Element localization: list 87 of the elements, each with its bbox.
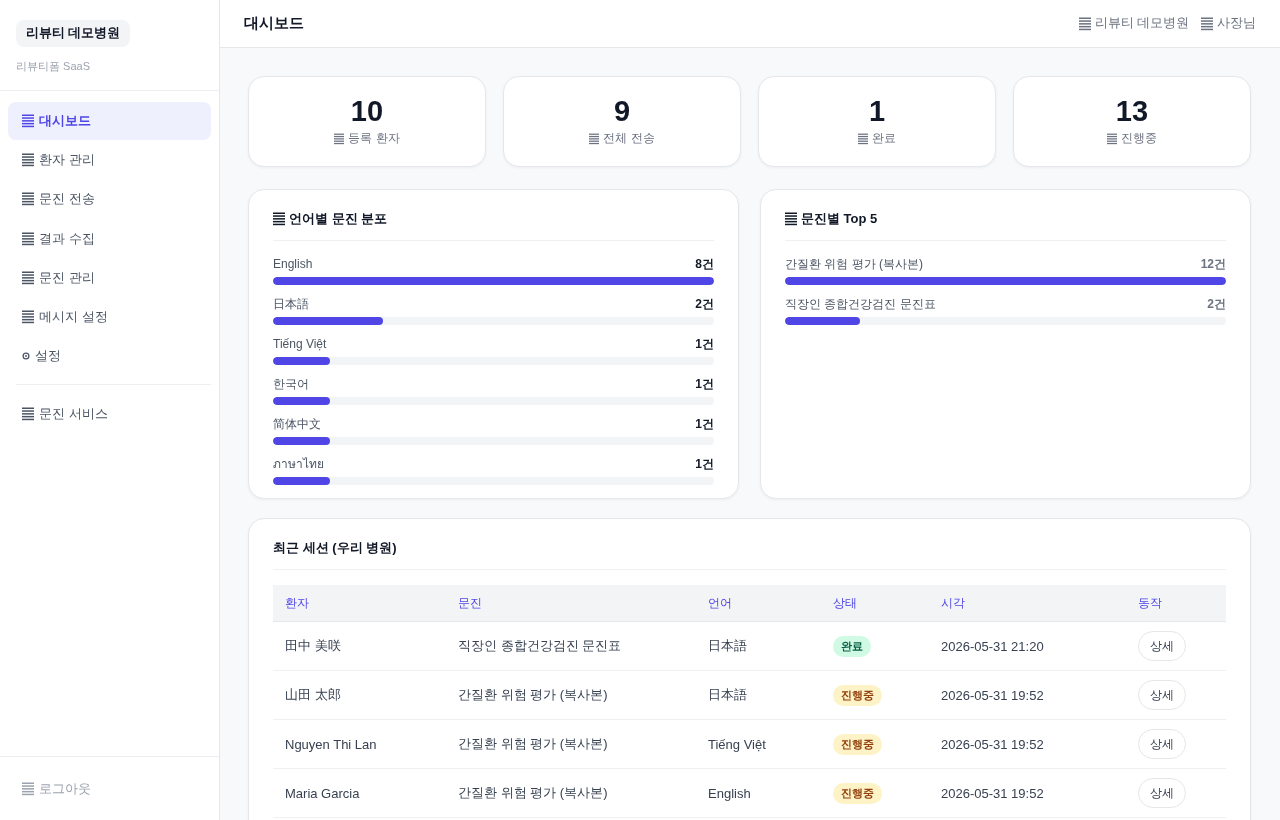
table-cell: 직장인 종합건강검진 문진표 bbox=[446, 621, 696, 671]
table-cell: 日本語 bbox=[696, 670, 821, 720]
stat-value: 13 bbox=[1115, 94, 1149, 128]
user-info-text: 리뷰티 데모병원 bbox=[1094, 15, 1189, 32]
bar-label: English bbox=[273, 256, 313, 272]
lines-icon bbox=[1107, 132, 1117, 145]
nav-item[interactable]: 문진 전송 bbox=[8, 180, 211, 219]
stat-value: 9 bbox=[613, 94, 631, 128]
lines-icon bbox=[273, 212, 285, 226]
brand-chip: 리뷰티 데모병원 bbox=[16, 20, 131, 47]
count-label: 8건 bbox=[695, 256, 714, 272]
lines-icon bbox=[22, 153, 34, 168]
count-label: 12건 bbox=[1200, 256, 1226, 272]
user-info-text: 사장님 bbox=[1217, 15, 1256, 32]
count-label: 1건 bbox=[695, 416, 714, 432]
detail-button[interactable]: 상세 bbox=[1138, 778, 1186, 808]
lines-icon bbox=[22, 231, 34, 246]
bar-label: Tiếng Việt bbox=[273, 336, 327, 352]
detail-button[interactable]: 상세 bbox=[1138, 631, 1186, 661]
lines-icon bbox=[22, 309, 34, 324]
stat-label: 완료 bbox=[872, 131, 896, 146]
count-label: 2건 bbox=[1207, 296, 1226, 312]
nav-item[interactable]: 문진 관리 bbox=[8, 258, 211, 297]
brand-subtitle: 리뷰티폼 SaaS bbox=[16, 59, 91, 73]
nav-item[interactable]: 환자 관리 bbox=[8, 141, 211, 180]
detail-button[interactable]: 상세 bbox=[1138, 680, 1186, 710]
column-header: 환자 bbox=[273, 585, 446, 622]
gear-icon bbox=[22, 352, 30, 361]
lines-icon bbox=[22, 192, 34, 207]
nav-item[interactable]: 대시보드 bbox=[8, 102, 211, 140]
stat-label: 등록 환자 bbox=[348, 131, 400, 146]
table-cell: 2026-05-31 19:52 bbox=[929, 768, 1126, 818]
count-label: 1건 bbox=[695, 456, 714, 472]
lines-icon bbox=[785, 212, 797, 226]
column-header: 시각 bbox=[929, 585, 1126, 622]
count-label: 1건 bbox=[695, 376, 714, 392]
stat-label: 진행중 bbox=[1121, 131, 1157, 146]
table-cell: 日本語 bbox=[696, 621, 821, 671]
table-cell: 田中 美咲 bbox=[273, 621, 446, 671]
nav-item[interactable]: 문진 서비스 bbox=[8, 394, 211, 433]
card-title: 문진별 Top 5 bbox=[801, 210, 878, 228]
nav-item[interactable]: 메시지 설정 bbox=[8, 297, 211, 336]
table-cell: Tiếng Việt bbox=[696, 719, 821, 769]
status-badge: 진행중 bbox=[833, 684, 882, 706]
bar-label: 한국어 bbox=[273, 376, 309, 392]
bar-label: 직장인 종합건강검진 문진표 bbox=[785, 296, 936, 312]
column-header: 문진 bbox=[446, 585, 696, 622]
table-cell: English bbox=[696, 768, 821, 818]
lines-icon bbox=[22, 114, 34, 128]
bar-label: 日本語 bbox=[273, 296, 309, 312]
lines-icon bbox=[1201, 16, 1213, 31]
page-title: 대시보드 bbox=[244, 14, 304, 33]
status-badge: 진행중 bbox=[833, 733, 882, 755]
bar-label: 간질환 위험 평가 (복사본) bbox=[785, 256, 923, 272]
count-label: 2건 bbox=[695, 296, 714, 312]
bar-label: ภาษาไทย bbox=[273, 456, 324, 472]
lines-icon bbox=[22, 270, 34, 285]
lines-icon bbox=[22, 781, 34, 796]
stat-value: 1 bbox=[868, 94, 886, 128]
card-title: 언어별 문진 분포 bbox=[289, 210, 388, 228]
table-cell: Nguyen Thi Lan bbox=[273, 719, 446, 769]
lines-icon bbox=[22, 406, 34, 421]
bar-label: 简体中文 bbox=[273, 416, 321, 432]
table-cell: Maria Garcia bbox=[273, 768, 446, 818]
nav-item[interactable]: 설정 bbox=[8, 337, 211, 376]
status-badge: 진행중 bbox=[833, 782, 882, 804]
table-cell: 간질환 위험 평가 (복사본) bbox=[446, 768, 696, 818]
table-cell: 간질환 위험 평가 (복사본) bbox=[446, 670, 696, 720]
lines-icon bbox=[858, 132, 868, 145]
lines-icon bbox=[334, 132, 345, 145]
card-title: 최근 세션 (우리 병원) bbox=[273, 539, 397, 557]
stat-value: 10 bbox=[350, 94, 384, 128]
stat-label: 전체 전송 bbox=[603, 131, 655, 146]
lines-icon bbox=[589, 132, 600, 145]
column-header: 언어 bbox=[696, 585, 821, 622]
table-cell: 2026-05-31 19:52 bbox=[929, 719, 1126, 769]
count-label: 1건 bbox=[695, 336, 714, 352]
table-cell: 山田 太郎 bbox=[273, 670, 446, 720]
table-cell: 간질환 위험 평가 (복사본) bbox=[446, 719, 696, 769]
nav-item[interactable]: 결과 수집 bbox=[8, 219, 211, 258]
status-badge: 완료 bbox=[833, 635, 871, 657]
table-cell: 2026-05-31 21:20 bbox=[929, 621, 1126, 671]
column-header: 상태 bbox=[821, 585, 929, 622]
table-cell: 2026-05-31 19:52 bbox=[929, 670, 1126, 720]
detail-button[interactable]: 상세 bbox=[1138, 729, 1186, 759]
column-header: 동작 bbox=[1126, 585, 1226, 622]
lines-icon bbox=[1078, 16, 1091, 31]
